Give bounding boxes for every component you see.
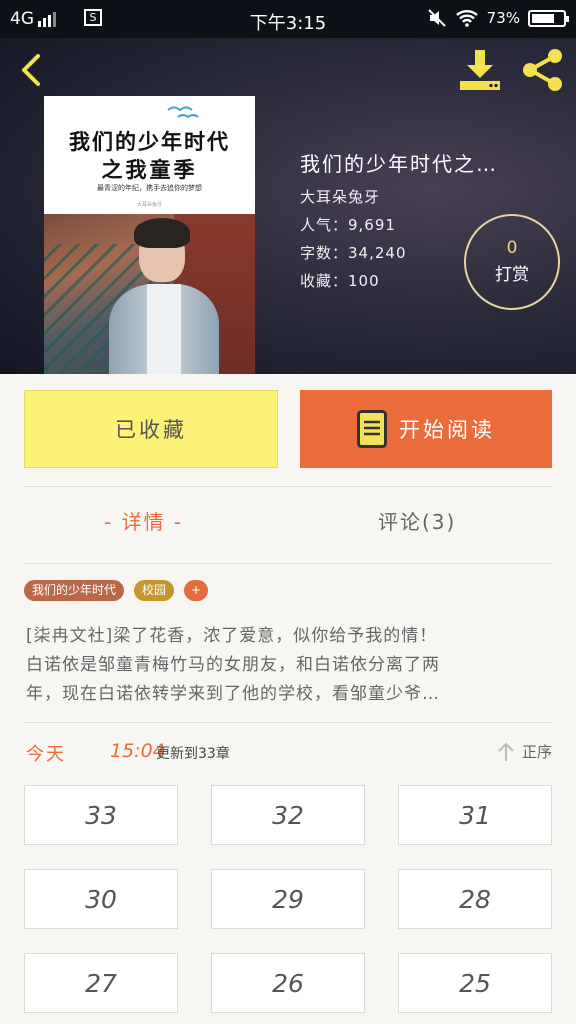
birds-icon xyxy=(167,106,199,119)
description-line: [柒冉文社]梁了花香，浓了爱意，似你给予我的情！ xyxy=(26,626,438,646)
divider xyxy=(24,563,552,564)
book-icon xyxy=(357,410,387,448)
cover-title-line2: 之我童季 xyxy=(101,157,198,182)
chapter-button[interactable]: 25 xyxy=(398,953,552,1013)
cover-title-area: 我们的少年时代 之我童季 最青涩的年纪，携手去追你的梦想 大耳朵兔牙 xyxy=(44,96,255,214)
chapter-button[interactable]: 31 xyxy=(398,785,552,845)
download-icon[interactable] xyxy=(458,48,502,92)
chapter-button[interactable]: 28 xyxy=(398,869,552,929)
description-line: 年，现在白诺依转学来到了他的学校，看邹童少爷… xyxy=(26,684,440,704)
battery-level xyxy=(532,13,554,23)
chapter-button[interactable]: 27 xyxy=(24,953,178,1013)
favorite-button[interactable]: 已收藏 xyxy=(24,390,278,468)
divider xyxy=(24,486,552,487)
update-info: 今天 15:04 更新到33章 正序 xyxy=(26,740,552,768)
cover-title-line1: 我们的少年时代 xyxy=(69,129,230,154)
battery-percent: 73% xyxy=(486,9,520,27)
divider xyxy=(24,722,552,723)
book-title: 我们的少年时代之… xyxy=(300,152,498,176)
chapter-grid: 33 32 31 30 29 28 27 26 25 xyxy=(24,785,552,1013)
update-text: 更新到33章 xyxy=(156,746,230,762)
cover-subtitle: 最青涩的年纪，携手去追你的梦想 xyxy=(97,184,202,192)
arrow-up-icon xyxy=(498,742,514,761)
favorite-label: 已收藏 xyxy=(115,418,187,442)
tag-campus[interactable]: 校园 xyxy=(134,580,175,601)
tip-label: 打赏 xyxy=(495,265,529,285)
sort-order-button[interactable]: 正序 xyxy=(496,741,552,762)
chapter-button[interactable]: 29 xyxy=(211,869,365,929)
book-author: 大耳朵兔牙 xyxy=(300,188,381,206)
chapter-button[interactable]: 32 xyxy=(211,785,365,845)
battery-icon xyxy=(528,9,569,27)
sort-order-label: 正序 xyxy=(521,743,552,761)
share-icon[interactable] xyxy=(520,48,566,92)
cover-photo xyxy=(44,214,255,374)
start-reading-button[interactable]: 开始阅读 xyxy=(300,390,552,468)
back-icon[interactable] xyxy=(14,52,50,88)
book-header: 我们的少年时代 之我童季 最青涩的年纪，携手去追你的梦想 大耳朵兔牙 我们的少年… xyxy=(0,38,576,374)
update-day: 今天 xyxy=(26,744,66,765)
cover-author: 大耳朵兔牙 xyxy=(136,202,162,208)
chapter-button[interactable]: 26 xyxy=(211,953,365,1013)
status-bar: 4G S 下午3:15 73% xyxy=(0,0,576,38)
chapter-button[interactable]: 30 xyxy=(24,869,178,929)
tag-book-series[interactable]: 我们的少年时代 xyxy=(24,580,125,601)
add-tag-button[interactable]: + xyxy=(184,580,209,601)
wifi-icon xyxy=(455,10,478,27)
mute-icon xyxy=(427,9,446,27)
book-description[interactable]: [柒冉文社]梁了花香，浓了爱意，似你给予我的情！ 白诺依是邹童青梅竹马的女朋友，… xyxy=(26,622,556,709)
tag-list: 我们的少年时代 校园 + xyxy=(24,580,209,601)
tab-detail[interactable]: - 详情 - xyxy=(104,506,183,535)
book-cover[interactable]: 我们的少年时代 之我童季 最青涩的年纪，携手去追你的梦想 大耳朵兔牙 xyxy=(44,96,255,374)
chapter-button[interactable]: 33 xyxy=(24,785,178,845)
tip-count: 0 xyxy=(506,238,518,258)
tip-button[interactable]: 0 打赏 xyxy=(464,214,560,310)
description-line: 白诺依是邹童青梅竹马的女朋友，和白诺依分离了两 xyxy=(26,655,440,675)
start-reading-label: 开始阅读 xyxy=(399,418,495,442)
tab-comments[interactable]: 评论(3) xyxy=(378,506,456,535)
